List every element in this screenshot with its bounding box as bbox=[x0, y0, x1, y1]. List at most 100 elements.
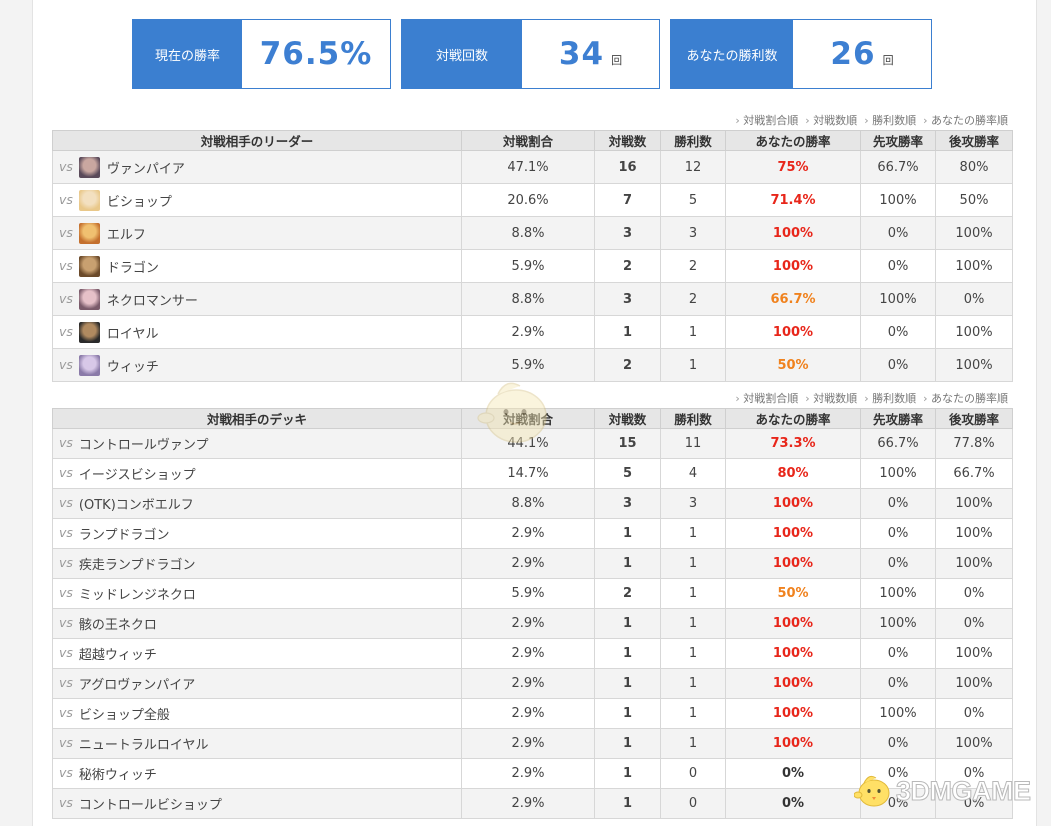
sort-by-matches-link[interactable]: 対戦数順 bbox=[805, 390, 857, 406]
share-cell-text: 2.9% bbox=[511, 676, 545, 691]
wins-cell: 1 bbox=[660, 638, 726, 669]
share-cell: 2.9% bbox=[461, 758, 595, 789]
share-cell-text: 2.9% bbox=[511, 324, 545, 340]
matches-cell-text: 3 bbox=[622, 225, 633, 241]
sort-by-matches-link[interactable]: 対戦数順 bbox=[805, 112, 857, 128]
share-cell: 2.9% bbox=[461, 608, 595, 639]
vs-label: vs bbox=[59, 675, 73, 690]
share-cell: 2.9% bbox=[461, 548, 595, 579]
second-winrate-cell: 0% bbox=[935, 698, 1013, 729]
winrate-cell: 100% bbox=[725, 728, 861, 759]
second-winrate-cell-text: 50% bbox=[959, 192, 989, 208]
sort-by-wins-link[interactable]: 勝利数順 bbox=[864, 390, 916, 406]
share-cell: 2.9% bbox=[461, 668, 595, 699]
second-winrate-cell: 100% bbox=[935, 216, 1013, 250]
sort-by-winrate-link[interactable]: あなたの勝率順 bbox=[923, 112, 1008, 128]
share-cell-text: 5.9% bbox=[511, 357, 545, 373]
matches-cell: 1 bbox=[594, 698, 661, 729]
share-cell: 2.9% bbox=[461, 638, 595, 669]
share-cell: 5.9% bbox=[461, 249, 595, 283]
wins-cell: 1 bbox=[660, 578, 726, 609]
opponent-cell: vs (OTK)コンボエルフ bbox=[52, 488, 462, 519]
first-winrate-cell: 100% bbox=[860, 578, 936, 609]
winrate-cell: 100% bbox=[725, 608, 861, 639]
first-winrate-cell-text: 100% bbox=[879, 706, 917, 721]
vs-label: vs bbox=[59, 765, 73, 780]
right-gutter bbox=[1036, 0, 1051, 826]
opponent-cell: vs アグロヴァンパイア bbox=[52, 668, 462, 699]
share-cell: 2.9% bbox=[461, 315, 595, 349]
share-cell: 47.1% bbox=[461, 150, 595, 184]
matches-cell: 7 bbox=[594, 183, 661, 217]
opponent-name: 超越ウィッチ bbox=[78, 648, 157, 663]
share-cell: 20.6% bbox=[461, 183, 595, 217]
vs-label: vs bbox=[59, 191, 73, 207]
matches-cell: 1 bbox=[594, 788, 661, 819]
second-winrate-cell: 100% bbox=[935, 548, 1013, 579]
necromancer-portrait-icon bbox=[78, 288, 100, 310]
column-header: 後攻勝率 bbox=[935, 130, 1013, 151]
opponent-cell: vs コントロールビショップ bbox=[52, 788, 462, 819]
winrate-cell-text: 100% bbox=[772, 526, 814, 541]
watermark: 3DMGAME bbox=[854, 771, 1032, 811]
winrate-cell: 71.4% bbox=[725, 183, 861, 217]
share-cell: 5.9% bbox=[461, 578, 595, 609]
matches-cell-text: 1 bbox=[622, 676, 633, 691]
wins-cell: 1 bbox=[660, 698, 726, 729]
share-cell-text: 14.7% bbox=[507, 466, 549, 481]
first-winrate-cell: 66.7% bbox=[860, 428, 936, 459]
winrate-cell: 80% bbox=[725, 458, 861, 489]
winrate-cell: 100% bbox=[725, 548, 861, 579]
share-cell: 2.9% bbox=[461, 698, 595, 729]
winrate-cell: 100% bbox=[725, 698, 861, 729]
sort-by-share-link[interactable]: 対戦割合順 bbox=[735, 112, 798, 128]
sort-by-wins-link[interactable]: 勝利数順 bbox=[864, 112, 916, 128]
first-winrate-cell: 0% bbox=[860, 216, 936, 250]
first-winrate-cell-text: 66.7% bbox=[877, 159, 919, 175]
wins-cell-text: 2 bbox=[688, 258, 698, 274]
second-winrate-cell-text: 100% bbox=[955, 225, 993, 241]
vs-label: vs bbox=[59, 495, 73, 510]
stat-card-win-count: あなたの勝利数 26 回 bbox=[670, 19, 932, 89]
share-cell: 2.9% bbox=[461, 728, 595, 759]
royal-portrait-icon bbox=[78, 321, 100, 343]
first-winrate-cell: 0% bbox=[860, 728, 936, 759]
winrate-cell: 100% bbox=[725, 638, 861, 669]
table-row: vs ビショップ 20.6% 7 5 71.4% 100% 50% bbox=[52, 183, 1013, 217]
opponent-name: ヴァンパイア bbox=[106, 161, 185, 177]
column-header: あなたの勝率 bbox=[725, 130, 861, 151]
opponent-cell: vs コントロールヴァンプ bbox=[52, 428, 462, 459]
first-winrate-cell: 100% bbox=[860, 458, 936, 489]
share-cell-text: 2.9% bbox=[511, 616, 545, 631]
matches-cell-text: 1 bbox=[622, 556, 633, 571]
wins-cell: 1 bbox=[660, 668, 726, 699]
column-header: 勝利数 bbox=[660, 408, 726, 429]
first-winrate-cell-text: 0% bbox=[887, 676, 909, 691]
vs-label: vs bbox=[59, 435, 73, 450]
wins-cell-text: 1 bbox=[688, 616, 698, 631]
first-winrate-cell: 0% bbox=[860, 348, 936, 382]
vs-label: vs bbox=[59, 290, 73, 306]
matches-cell-text: 1 bbox=[622, 736, 633, 751]
column-header: 勝利数 bbox=[660, 130, 726, 151]
table-row: vs 疾走ランプドラゴン 2.9% 1 1 100% 0% 100% bbox=[52, 548, 1013, 579]
first-winrate-cell-text: 0% bbox=[887, 496, 909, 511]
opponent-name: イージスビショップ bbox=[78, 468, 196, 483]
table-row: vs ビショップ全般 2.9% 1 1 100% 100% 0% bbox=[52, 698, 1013, 729]
matches-cell: 16 bbox=[594, 150, 661, 184]
first-winrate-cell-text: 100% bbox=[879, 586, 917, 601]
winrate-cell-text: 71.4% bbox=[770, 192, 816, 208]
opponent-cell: vs ランプドラゴン bbox=[52, 518, 462, 549]
column-header: 対戦数 bbox=[594, 408, 661, 429]
second-winrate-cell: 100% bbox=[935, 249, 1013, 283]
matches-cell-text: 15 bbox=[618, 436, 637, 451]
sort-by-winrate-link[interactable]: あなたの勝率順 bbox=[923, 390, 1008, 406]
sort-by-share-link[interactable]: 対戦割合順 bbox=[735, 390, 798, 406]
wins-cell-text: 5 bbox=[688, 192, 698, 208]
first-winrate-cell: 100% bbox=[860, 183, 936, 217]
wins-cell-text: 11 bbox=[684, 436, 702, 451]
first-winrate-cell: 100% bbox=[860, 698, 936, 729]
share-cell: 2.9% bbox=[461, 518, 595, 549]
share-cell-text: 47.1% bbox=[507, 159, 549, 175]
opponent-cell: vs ロイヤル bbox=[52, 315, 462, 349]
